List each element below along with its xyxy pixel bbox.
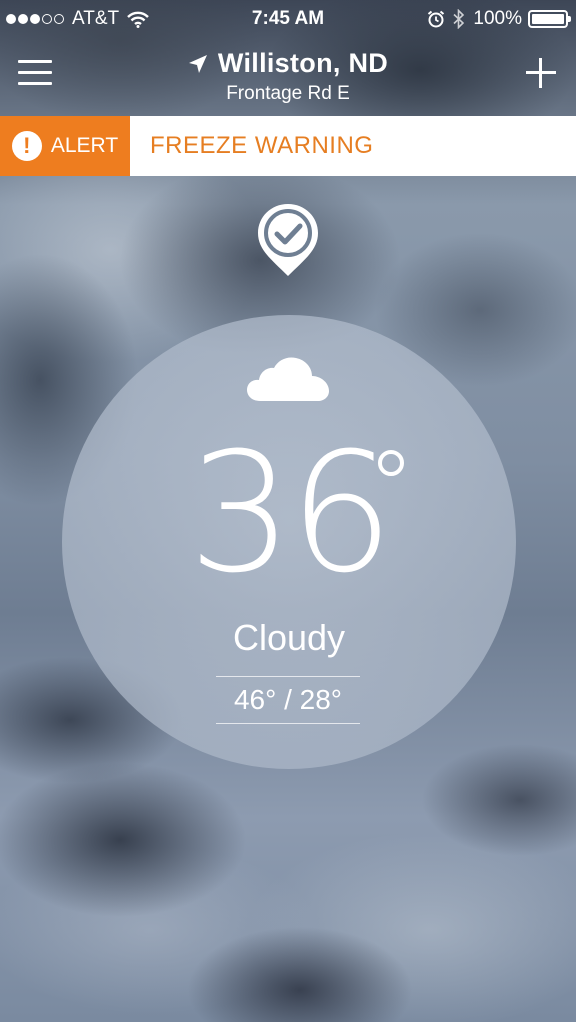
header: Williston, ND Frontage Rd E (0, 38, 576, 116)
temperature-value: 36 (188, 417, 394, 609)
alarm-clock-icon (428, 10, 445, 28)
check-pin-icon[interactable] (254, 200, 322, 280)
exclamation-icon: ! (11, 131, 42, 161)
current-temperature: 36 (62, 423, 516, 603)
alert-tag: ! ALERT (0, 116, 130, 176)
city-row: Williston, ND (188, 48, 388, 79)
weather-condition: Cloudy (232, 617, 346, 658)
alert-banner[interactable]: ! ALERT FREEZE WARNING (0, 116, 576, 176)
status-right: 100% (427, 8, 571, 30)
battery-icon (528, 10, 571, 28)
bluetooth-icon (453, 9, 465, 29)
cloud-icon (247, 357, 329, 401)
location-arrow-icon (188, 54, 207, 73)
location-selector[interactable]: Williston, ND Frontage Rd E (0, 48, 576, 105)
current-conditions-panel: 36 Cloudy 46° / 28° (62, 315, 516, 769)
high-low-temperature: 46° / 28° (216, 676, 360, 724)
alert-tag-label: ALERT (50, 134, 119, 157)
street-name: Frontage Rd E (226, 83, 350, 104)
battery-percent: 100% (473, 8, 522, 29)
add-location-button[interactable] (526, 58, 556, 88)
city-name: Williston, ND (217, 48, 389, 78)
degree-symbol (378, 450, 404, 476)
battery-fill (532, 14, 564, 24)
alert-message: FREEZE WARNING (150, 132, 374, 159)
status-bar: AT&T 7:45 AM 100% (0, 0, 576, 38)
